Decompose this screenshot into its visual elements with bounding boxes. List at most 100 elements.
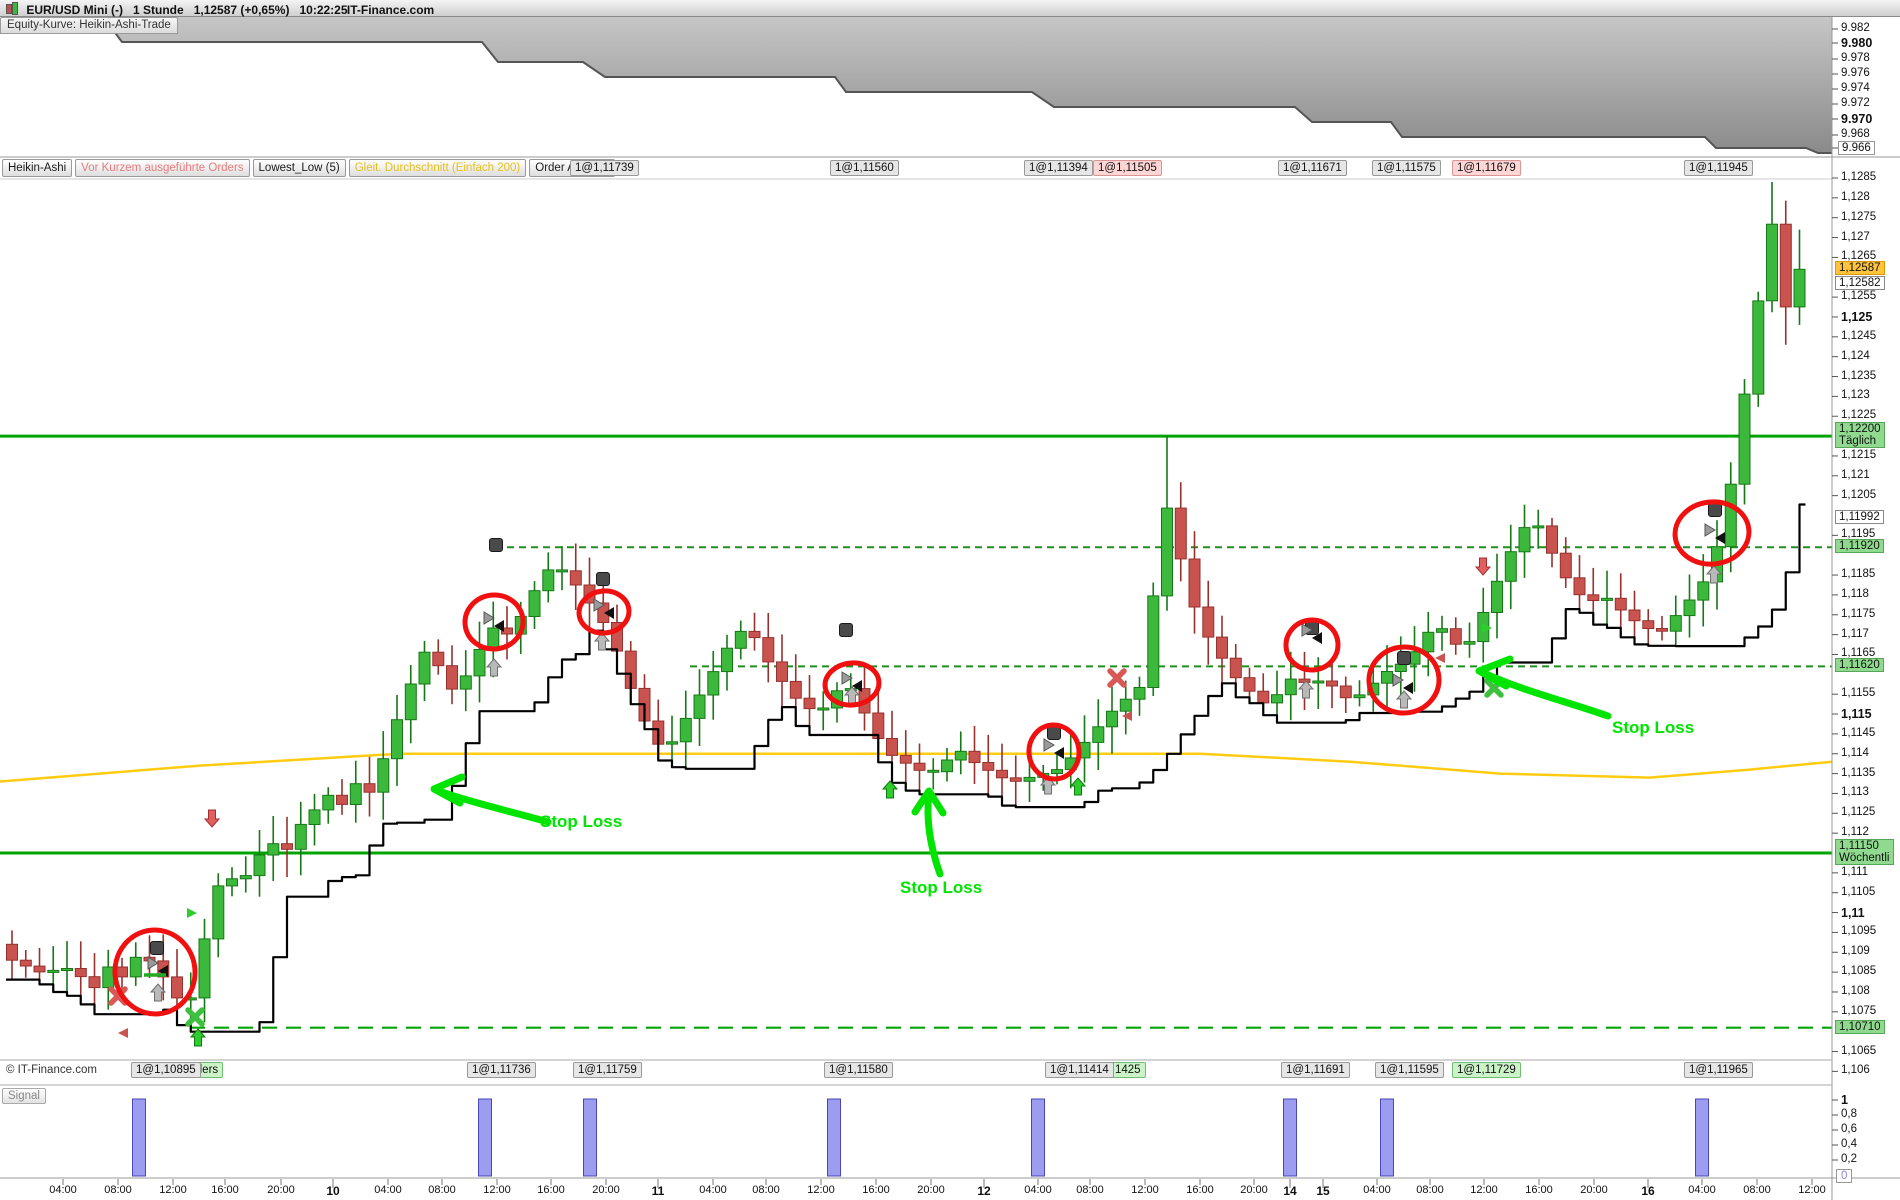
equity-axis-label: 9.982 (1841, 22, 1870, 34)
time-axis-label: 16 (1641, 1184, 1655, 1198)
price-axis-label: 1,1245 (1841, 329, 1877, 342)
order-price-label: 1@1,11671 (1278, 160, 1347, 176)
candlestick-icon (5, 2, 19, 15)
price-axis-label: 1,118 (1841, 587, 1869, 600)
price-axis-label: 1,1065 (1841, 1044, 1877, 1057)
order-price-label: 1@1,11394 (1024, 160, 1093, 176)
equity-axis-label: 9.974 (1841, 82, 1870, 94)
black-left-triangle-icon (1054, 747, 1064, 759)
order-square-marker (596, 572, 610, 586)
time-axis-label: 16:00 (1186, 1184, 1214, 1196)
red-left-triangle-icon (1122, 711, 1132, 721)
signal-axis-label: 0,8 (1841, 1108, 1857, 1120)
time-axis-label: 11 (651, 1184, 665, 1198)
equity-axis-label: 9.976 (1841, 67, 1870, 79)
timeframe-label: 1 Stunde (133, 3, 184, 17)
signal-current-value: 0 (1836, 1169, 1853, 1183)
time-axis-label: 16:00 (537, 1184, 565, 1196)
indicator-button-vor-kurzem-ausgef-hrte-orders[interactable]: Vor Kurzem ausgeführte Orders (75, 159, 250, 177)
time-axis-label: 04:00 (1688, 1184, 1716, 1196)
order-square-marker (489, 538, 503, 552)
trading-app-window: Stop Loss Stop Loss Stop Loss EUR/USD Mini… (0, 0, 1900, 1200)
chart-canvas[interactable]: Stop Loss Stop Loss Stop Loss (0, 0, 1900, 1200)
price-axis-label: 1,109 (1841, 945, 1870, 958)
indicator-button-gleit-durchschnitt-einfach-200-[interactable]: Gleit. Durchschnitt (Einfach 200) (348, 159, 527, 177)
time-axis-label: 08:00 (428, 1184, 456, 1196)
signal-axis-label: 0,2 (1841, 1153, 1857, 1165)
gray-right-triangle-icon (1043, 738, 1055, 752)
order-price-label: 1@1,11729 (1452, 1062, 1521, 1078)
time-axis-label: 20:00 (592, 1184, 620, 1196)
time-axis-label: 20:00 (1580, 1184, 1608, 1196)
price-axis-label: 1,127 (1841, 230, 1870, 243)
signal-bar (1283, 1098, 1297, 1177)
order-price-label: 1@1,11691 (1281, 1062, 1350, 1078)
equity-curve-tab[interactable]: Equity-Kurve: Heikin-Ashi-Trade (0, 17, 178, 34)
time-axis-label: 04:00 (1024, 1184, 1052, 1196)
time-axis-label: 12:00 (159, 1184, 187, 1196)
time-axis-label: 12:00 (483, 1184, 511, 1196)
price-axis-label: 1,1095 (1841, 925, 1877, 938)
signal-bar (583, 1098, 597, 1177)
equity-axis-label: 9.980 (1841, 36, 1873, 50)
stop-loss-text: Stop Loss (900, 878, 982, 897)
green-right-triangle-icon (187, 908, 197, 918)
price-axis-label: 1,1105 (1841, 885, 1876, 898)
price-axis-label: 1,1155 (1841, 687, 1876, 700)
price-axis-label: 1,114 (1841, 746, 1869, 759)
equity-axis-label: 9.970 (1841, 112, 1873, 126)
stop-loss-text: Stop Loss (1612, 718, 1694, 737)
time-axis-label: 16:00 (211, 1184, 239, 1196)
signal-axis-label: 1 (1841, 1093, 1848, 1107)
red-left-triangle-icon (118, 1028, 128, 1038)
price-highlight-label: 1,12587 (1835, 261, 1885, 275)
price-axis-label: 1,106 (1841, 1064, 1870, 1077)
time-axis-label: 20:00 (267, 1184, 295, 1196)
order-price-label: 1@1,11679 (1452, 160, 1521, 176)
stop-loss-text: Stop Loss (540, 812, 622, 831)
order-price-label: 1@1,11575 (1372, 160, 1441, 176)
time-axis-label: 04:00 (699, 1184, 727, 1196)
signal-bar (1380, 1098, 1394, 1177)
sell-order-arrow-icon (203, 809, 221, 828)
price-highlight-label: 1,11620 (1835, 658, 1884, 673)
time-axis-label: 08:00 (1076, 1184, 1104, 1196)
price-axis-label: 1,1145 (1841, 726, 1876, 739)
red-left-triangle-icon (1435, 653, 1445, 663)
time-axis-label: 14 (1283, 1184, 1297, 1198)
order-price-label: 1425 (1110, 1062, 1146, 1078)
price-highlight-label: 1,11992 (1835, 510, 1884, 524)
price-highlight-label: 1,12200 Täglich (1835, 422, 1885, 449)
price-axis-label: 1,1255 (1841, 290, 1877, 303)
indicator-button-lowest-low-5-[interactable]: Lowest_Low (5) (252, 159, 346, 177)
indicator-button-heikin-ashi[interactable]: Heikin-Ashi (2, 159, 73, 177)
signal-panel-button[interactable]: Signal (2, 1088, 46, 1104)
instrument-name: EUR/USD Mini (-) (26, 3, 123, 17)
price-axis-label: 1,1075 (1841, 1004, 1877, 1017)
price-axis-label: 1,1225 (1841, 409, 1877, 422)
signal-bar (1695, 1098, 1709, 1177)
equity-axis-label: 9.978 (1841, 52, 1870, 64)
price-axis-label: 1,1085 (1841, 965, 1877, 978)
time-axis-label: 20:00 (917, 1184, 945, 1196)
gray-right-triangle-icon (1704, 523, 1716, 537)
price-axis-label: 1,113 (1841, 786, 1869, 799)
price-axis-label: 1,108 (1841, 984, 1870, 997)
price-axis-label: 1,1215 (1841, 448, 1877, 461)
order-price-label: 1@1,11560 (830, 160, 899, 176)
title-bar: EUR/USD Mini (-) 1 Stunde 1,12587 (+0,65… (0, 0, 1900, 17)
signal-bar (1031, 1098, 1045, 1177)
price-axis-label: 1,1175 (1841, 607, 1876, 620)
order-price-label: 1@1,11965 (1684, 1062, 1753, 1078)
signal-axis-label: 0,6 (1841, 1123, 1857, 1135)
time-axis-label: 12:00 (807, 1184, 835, 1196)
order-square-marker (1047, 726, 1061, 740)
price-axis-label: 1,1125 (1841, 806, 1876, 819)
price-axis-label: 1,1235 (1841, 369, 1877, 382)
price-axis-label: 1,111 (1841, 865, 1869, 878)
order-price-label: 1@1,11580 (824, 1062, 893, 1078)
time-axis-label: 12 (977, 1184, 991, 1198)
order-price-label: 1@1,11414 (1045, 1062, 1114, 1078)
signal-bar (478, 1098, 492, 1177)
price-axis-label: 1,1285 (1841, 171, 1877, 183)
